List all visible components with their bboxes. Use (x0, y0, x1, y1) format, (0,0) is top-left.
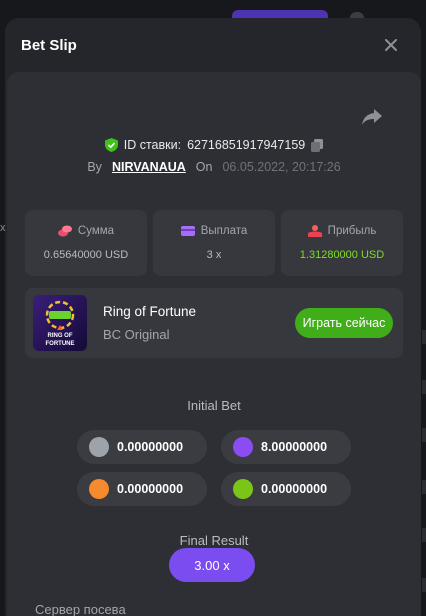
coin-chip-orange: 0.00000000 (77, 472, 207, 506)
username-link[interactable]: NIRVANAUA (112, 160, 186, 174)
final-result-title: Final Result (179, 533, 249, 548)
bet-stats: Сумма 0.65640000 USD Выплата 3 x Прибыль… (25, 210, 403, 276)
profit-icon (307, 225, 322, 237)
background-edge-mark (422, 480, 426, 494)
game-name[interactable]: Ring of Fortune (103, 304, 196, 319)
copy-icon[interactable] (311, 138, 324, 152)
coin-chip-green: 0.00000000 (221, 472, 351, 506)
background-edge-mark (422, 428, 426, 442)
stat-payout: Выплата 3 x (153, 210, 275, 276)
svg-text:FORTUNE: FORTUNE (46, 341, 75, 347)
bet-id-label: ID ставки: (123, 138, 182, 152)
share-icon (362, 109, 382, 125)
modal-header: Bet Slip (5, 18, 421, 72)
green-coin-icon (233, 479, 253, 499)
bettor-row: By NIRVANAUA On 06.05.2022, 20:17:26 (7, 160, 421, 174)
purple-coin-icon (233, 437, 253, 457)
stat-payout-label: Выплата (200, 225, 248, 237)
wallet-icon (180, 226, 195, 236)
bet-datetime: 06.05.2022, 20:17:26 (222, 160, 341, 174)
close-button[interactable] (377, 31, 405, 59)
bet-details-panel: ID ставки: 62716851917947159 By NIRVANAU… (7, 72, 421, 616)
bet-slip-modal: Bet Slip ID ставки: 62716851917947159 By… (5, 18, 421, 616)
background-edge-mark (422, 380, 426, 394)
bet-id-row: ID ставки: 62716851917947159 (7, 138, 421, 152)
stat-amount-value: 0.65640000 USD (43, 249, 129, 261)
orange-coin-icon (89, 479, 109, 499)
svg-text:RING OF: RING OF (48, 333, 73, 339)
game-provider: BC Original (103, 327, 170, 342)
silver-coin-icon (89, 437, 109, 457)
close-icon (385, 39, 397, 51)
server-seed-label: Сервер посева (35, 602, 126, 616)
game-card: RING OF FORTUNE Ring of Fortune BC Origi… (25, 288, 403, 358)
shield-check-icon (104, 138, 118, 152)
play-now-button[interactable]: Играть сейчас (295, 308, 393, 338)
stat-amount-label: Сумма (77, 225, 115, 237)
coin-chip-silver: 0.00000000 (77, 430, 207, 464)
stat-profit-label: Прибыль (327, 225, 377, 237)
bet-id-value: 62716851917947159 (187, 138, 306, 152)
by-label: By (87, 160, 102, 174)
game-thumbnail[interactable]: RING OF FORTUNE (33, 295, 87, 351)
final-result-badge[interactable]: 3.00 x (169, 548, 255, 582)
coins-icon (57, 225, 72, 237)
coin-value: 0.00000000 (117, 482, 184, 496)
coin-value: 8.00000000 (261, 440, 328, 454)
on-label: On (195, 160, 213, 174)
ring-of-fortune-logo: RING OF FORTUNE (46, 300, 75, 347)
background-edge-mark (422, 528, 426, 542)
coin-chip-purple: 8.00000000 (221, 430, 351, 464)
background-edge-mark (422, 578, 426, 592)
stat-amount: Сумма 0.65640000 USD (25, 210, 147, 276)
stat-payout-value: 3 x (206, 249, 222, 261)
coin-value: 0.00000000 (117, 440, 184, 454)
modal-title: Bet Slip (21, 36, 77, 54)
share-button[interactable] (361, 108, 385, 128)
coin-value: 0.00000000 (261, 482, 328, 496)
stat-profit-value: 1.31280000 USD (299, 249, 385, 261)
stat-profit: Прибыль 1.31280000 USD (281, 210, 403, 276)
background-edge-mark (422, 330, 426, 344)
initial-bet-title: Initial Bet (187, 398, 241, 413)
